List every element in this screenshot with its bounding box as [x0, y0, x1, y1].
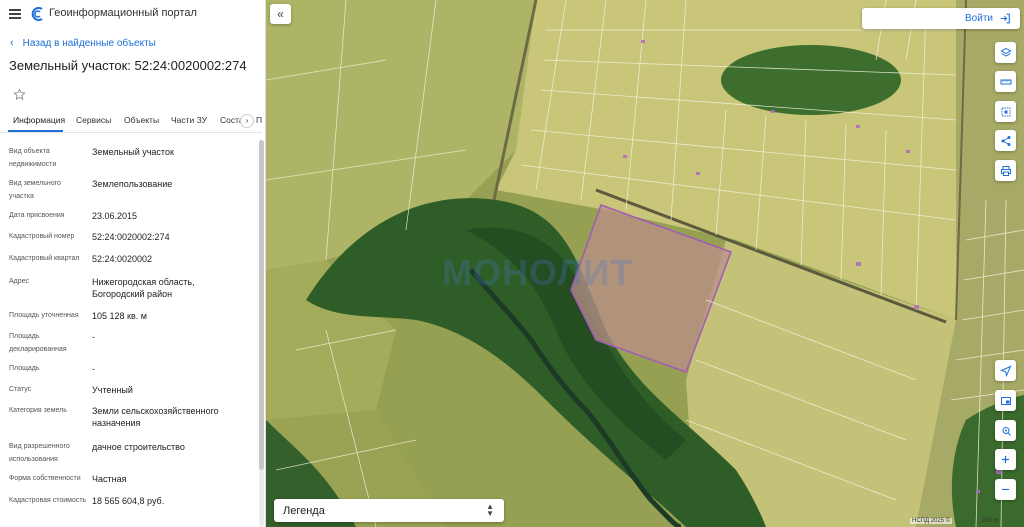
attr-value: -: [92, 332, 95, 342]
info-panel: Геоинформационный портал ‹ Назад в найде…: [0, 0, 266, 527]
active-tab-indicator: [8, 130, 63, 132]
attr-label: Вид разрешенного использования: [9, 443, 70, 463]
map-view[interactable]: МОНОЛИТ: [266, 0, 1024, 527]
attr-label: Площадь: [9, 365, 40, 372]
top-bar: Геоинформационный портал: [0, 0, 265, 28]
ruler-button[interactable]: [995, 71, 1016, 92]
legend-dropdown[interactable]: Легенда ▲ ▼: [274, 499, 504, 522]
attr-label: Кадастровый квартал: [9, 255, 80, 262]
attr-value: 18 565 604,8 руб.: [92, 496, 165, 506]
navigation-arrow-icon: [999, 365, 1011, 377]
attr-value: 105 128 кв. м: [92, 311, 147, 321]
login-icon: [1000, 13, 1010, 24]
attr-label: Категория земель: [9, 407, 67, 414]
attr-label: Вид объекта недвижимости: [9, 148, 57, 168]
my-location-button[interactable]: [995, 360, 1016, 381]
satellite-map-image: [266, 0, 1024, 527]
hamburger-menu-icon[interactable]: [9, 9, 21, 19]
up-down-chevron-icon: ▲ ▼: [486, 502, 494, 518]
tab-information[interactable]: Информация: [13, 115, 65, 125]
attr-value: Землепользование: [92, 179, 173, 189]
login-label: Войти: [965, 13, 993, 24]
attr-value: 52:24:0020002:274: [92, 232, 170, 242]
attr-value: Нижегородская область, Богородский район: [92, 277, 195, 299]
attr-value: 23.06.2015: [92, 211, 138, 221]
plus-icon: [1001, 455, 1010, 464]
layers-icon: [999, 47, 1012, 57]
map-scale: 300 m: [982, 518, 999, 524]
minimap-icon: [1000, 396, 1011, 405]
attr-label: Площадь уточненная: [9, 312, 79, 319]
login-button[interactable]: Войти: [862, 8, 1020, 29]
attr-label: Адрес: [9, 278, 30, 285]
share-icon: [1001, 135, 1010, 146]
tab-land-parts[interactable]: Части ЗУ: [171, 115, 207, 125]
panel-scrollbar-thumb[interactable]: [259, 140, 264, 470]
app-title: Геоинформационный портал: [49, 7, 197, 19]
panel-scrollbar[interactable]: [259, 140, 264, 527]
double-chevron-left-icon: «: [277, 7, 284, 21]
legend-label: Легенда: [283, 504, 325, 517]
portal-logo-icon: [31, 7, 43, 21]
minimap-button[interactable]: [995, 390, 1016, 411]
print-icon: [1000, 165, 1011, 176]
attr-value: -: [92, 364, 95, 374]
tab-objects[interactable]: Объекты: [124, 115, 159, 125]
zoom-out-button[interactable]: [995, 479, 1016, 500]
attr-value: Частная: [92, 474, 127, 484]
attr-value: Земельный участок: [92, 147, 174, 157]
zoom-in-button[interactable]: [995, 449, 1016, 470]
tab-scroll-right-button[interactable]: ›: [240, 114, 254, 128]
chevron-right-icon: ›: [245, 116, 249, 125]
watermark-text: МОНОЛИТ: [442, 252, 634, 293]
attr-label: Кадастровый номер: [9, 233, 75, 240]
attr-value: дачное строительство: [92, 442, 185, 452]
attr-label: Вид земельного участка: [9, 180, 61, 200]
ruler-icon: [1000, 79, 1011, 84]
attr-value: Земли сельскохозяйственного назначения: [92, 406, 219, 428]
tab-services[interactable]: Сервисы: [76, 115, 111, 125]
tab-bar: Информация Сервисы Объекты Части ЗУ Сост…: [0, 111, 262, 133]
collapse-panel-button[interactable]: «: [270, 4, 291, 24]
search-on-map-button[interactable]: [995, 420, 1016, 441]
attr-label: Кадастровая стоимость: [9, 497, 87, 504]
attr-value: 52:24:0020002: [92, 254, 153, 264]
attr-label: Дата присвоения: [9, 212, 65, 219]
select-area-icon: [1001, 107, 1010, 116]
tab-more[interactable]: П: [256, 115, 262, 125]
layers-button[interactable]: [995, 42, 1016, 63]
attr-label: Форма собственности: [9, 475, 81, 482]
print-button[interactable]: [995, 160, 1016, 181]
select-area-button[interactable]: [995, 101, 1016, 122]
star-icon: [12, 87, 26, 100]
attr-label: Площадь декларированная: [9, 333, 67, 353]
back-link-label: Назад в найденные объекты: [22, 37, 156, 49]
favorite-button[interactable]: [9, 84, 29, 104]
share-button[interactable]: [995, 130, 1016, 151]
attr-label: Статус: [9, 386, 32, 393]
chevron-left-icon: ‹: [10, 37, 14, 49]
back-to-results-link[interactable]: ‹ Назад в найденные объекты: [10, 37, 156, 49]
map-copyright: НСПД 2025 ©: [910, 518, 953, 524]
attr-value: Учтенный: [92, 385, 133, 395]
page-title: Земельный участок: 52:24:0020002:274: [9, 58, 247, 73]
map-pin-search-icon: [1002, 426, 1011, 436]
minus-icon: [1001, 488, 1010, 491]
